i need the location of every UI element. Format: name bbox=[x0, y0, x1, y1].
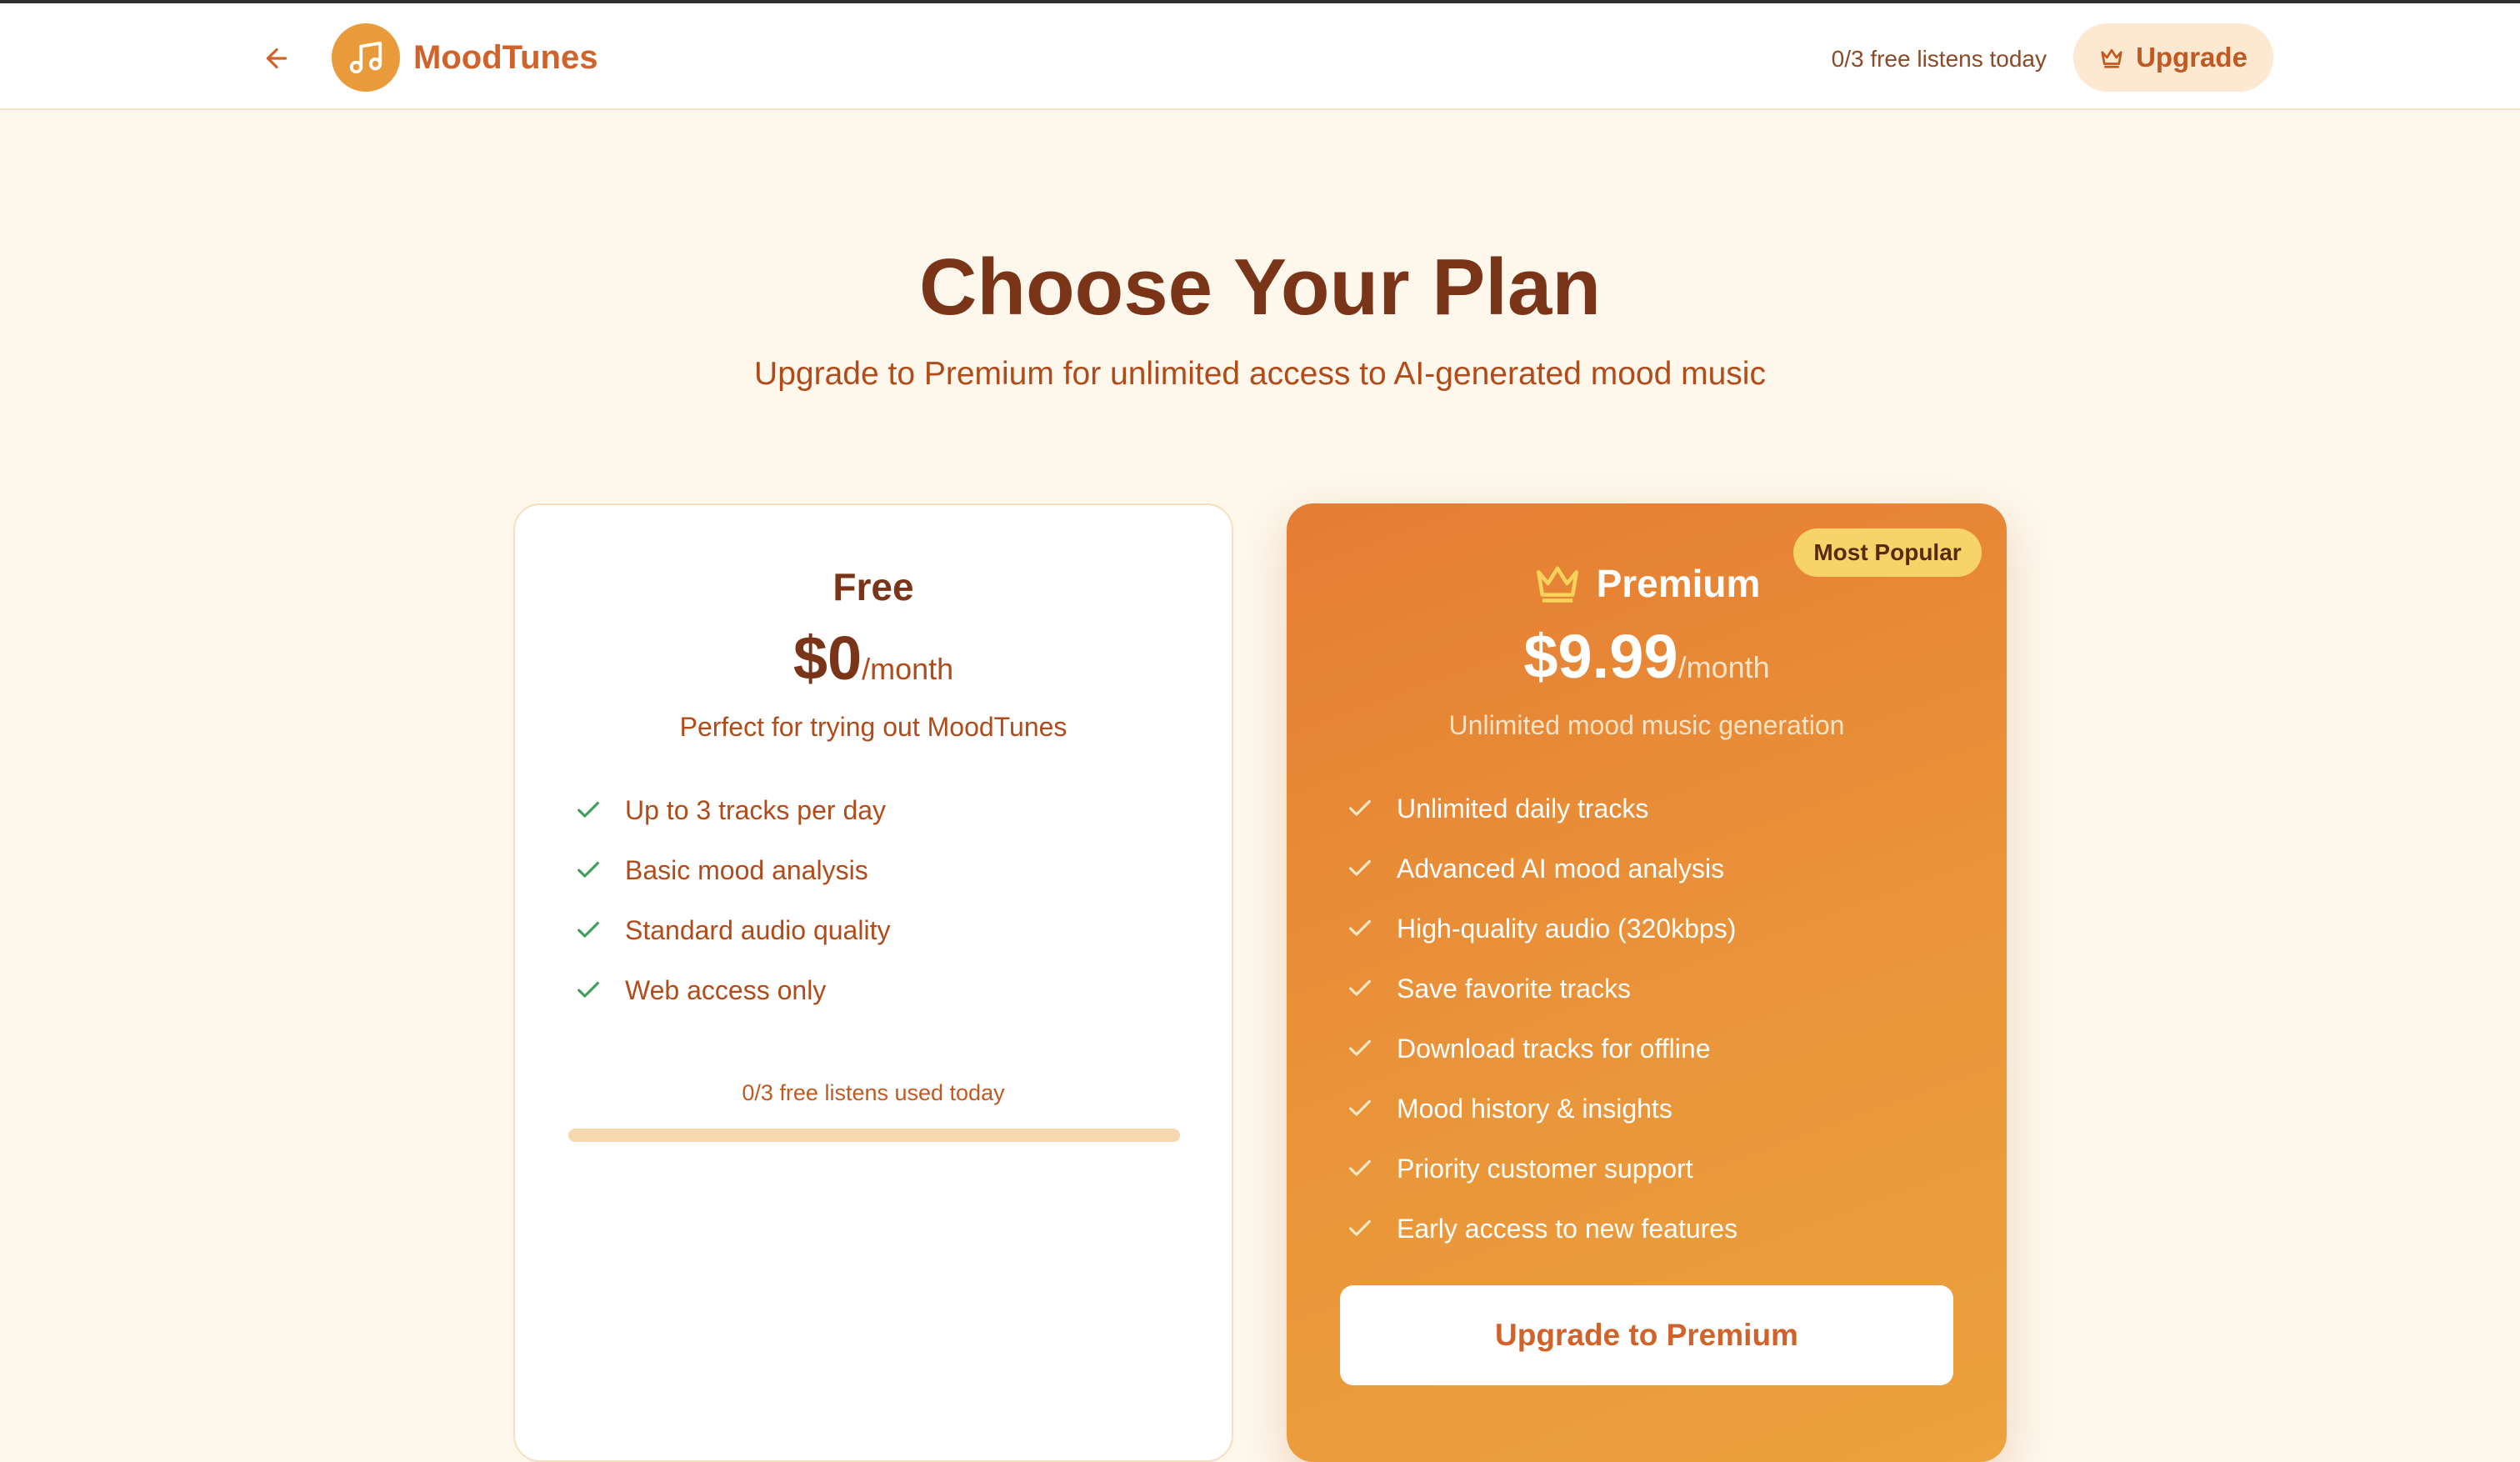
premium-plan-period: /month bbox=[1678, 650, 1770, 684]
crown-icon bbox=[1536, 566, 1578, 603]
free-usage-progress-bar bbox=[568, 1129, 1180, 1142]
feature-label: Priority customer support bbox=[1397, 1153, 1693, 1184]
free-plan-period: /month bbox=[862, 652, 954, 686]
feature-label: Mood history & insights bbox=[1397, 1093, 1672, 1124]
check-icon bbox=[1343, 912, 1377, 945]
premium-plan-price-row: $9.99/month bbox=[1287, 623, 2007, 708]
check-icon bbox=[1343, 1212, 1377, 1245]
check-icon bbox=[572, 914, 605, 947]
crown-icon bbox=[2101, 48, 2122, 68]
feature-label: Advanced AI mood analysis bbox=[1397, 853, 1725, 884]
music-note-icon bbox=[349, 41, 382, 74]
page-subtitle: Upgrade to Premium for unlimited access … bbox=[754, 356, 1766, 392]
check-icon bbox=[572, 974, 605, 1007]
header-upgrade-button[interactable]: Upgrade bbox=[2073, 23, 2273, 92]
feature-label: Web access only bbox=[625, 974, 827, 1005]
check-icon bbox=[1343, 972, 1377, 1005]
check-icon bbox=[1343, 1092, 1377, 1125]
premium-feature-list: Unlimited daily tracks Advanced AI mood … bbox=[1343, 779, 1738, 1259]
free-plan-price-row: $0/month bbox=[515, 625, 1232, 709]
free-plan-description: Perfect for trying out MoodTunes bbox=[679, 712, 1068, 742]
free-usage-text: 0/3 free listens used today bbox=[742, 1080, 1005, 1105]
free-plan-name: Free bbox=[832, 565, 914, 608]
check-icon bbox=[1343, 1032, 1377, 1065]
upgrade-button-label: Upgrade bbox=[2136, 42, 2248, 73]
feature-label: Up to 3 tracks per day bbox=[625, 794, 887, 825]
arrow-left-icon bbox=[266, 48, 288, 69]
feature-label: Download tracks for offline bbox=[1397, 1033, 1711, 1064]
feature-item: Basic mood analysis bbox=[572, 840, 890, 900]
brand-name[interactable]: MoodTunes bbox=[413, 37, 598, 78]
feature-item: Up to 3 tracks per day bbox=[572, 780, 890, 840]
feature-label: Save favorite tracks bbox=[1397, 973, 1631, 1004]
feature-item: Download tracks for offline bbox=[1343, 1019, 1738, 1079]
feature-label: Basic mood analysis bbox=[625, 854, 868, 885]
premium-plan-price: $9.99 bbox=[1523, 622, 1678, 691]
check-icon bbox=[572, 794, 605, 827]
feature-item: Web access only bbox=[572, 960, 890, 1020]
back-button[interactable] bbox=[253, 35, 300, 82]
feature-item: Standard audio quality bbox=[572, 900, 890, 960]
feature-item: Priority customer support bbox=[1343, 1139, 1738, 1199]
most-popular-badge: Most Popular bbox=[1793, 528, 1982, 577]
check-icon bbox=[1343, 792, 1377, 825]
feature-label: Unlimited daily tracks bbox=[1397, 793, 1649, 824]
app-header: MoodTunes 0/3 free listens today Upgrade bbox=[0, 3, 2520, 110]
premium-plan-description: Unlimited mood music generation bbox=[1448, 710, 1845, 740]
free-feature-list: Up to 3 tracks per day Basic mood analys… bbox=[572, 780, 890, 1020]
free-plan-price: $0 bbox=[792, 623, 862, 693]
free-listens-status: 0/3 free listens today bbox=[1831, 46, 2047, 72]
premium-plan-card: Premium $9.99/month Unlimited mood music… bbox=[1287, 503, 2007, 1462]
feature-label: High-quality audio (320kbps) bbox=[1397, 913, 1737, 944]
upgrade-to-premium-button[interactable]: Upgrade to Premium bbox=[1340, 1285, 1953, 1385]
check-icon bbox=[1343, 1152, 1377, 1185]
feature-item: Advanced AI mood analysis bbox=[1343, 839, 1738, 899]
page-title: Choose Your Plan bbox=[919, 243, 1601, 332]
feature-item: Unlimited daily tracks bbox=[1343, 779, 1738, 839]
premium-plan-name: Premium bbox=[1596, 562, 1761, 605]
feature-item: High-quality audio (320kbps) bbox=[1343, 899, 1738, 959]
check-icon bbox=[1343, 852, 1377, 885]
feature-label: Early access to new features bbox=[1397, 1213, 1738, 1244]
feature-label: Standard audio quality bbox=[625, 914, 891, 945]
feature-item: Mood history & insights bbox=[1343, 1079, 1738, 1139]
check-icon bbox=[572, 854, 605, 887]
feature-item: Early access to new features bbox=[1343, 1199, 1738, 1259]
app-logo[interactable] bbox=[332, 23, 400, 92]
free-plan-card: Free $0/month Perfect for trying out Moo… bbox=[513, 503, 1233, 1462]
feature-item: Save favorite tracks bbox=[1343, 959, 1738, 1019]
